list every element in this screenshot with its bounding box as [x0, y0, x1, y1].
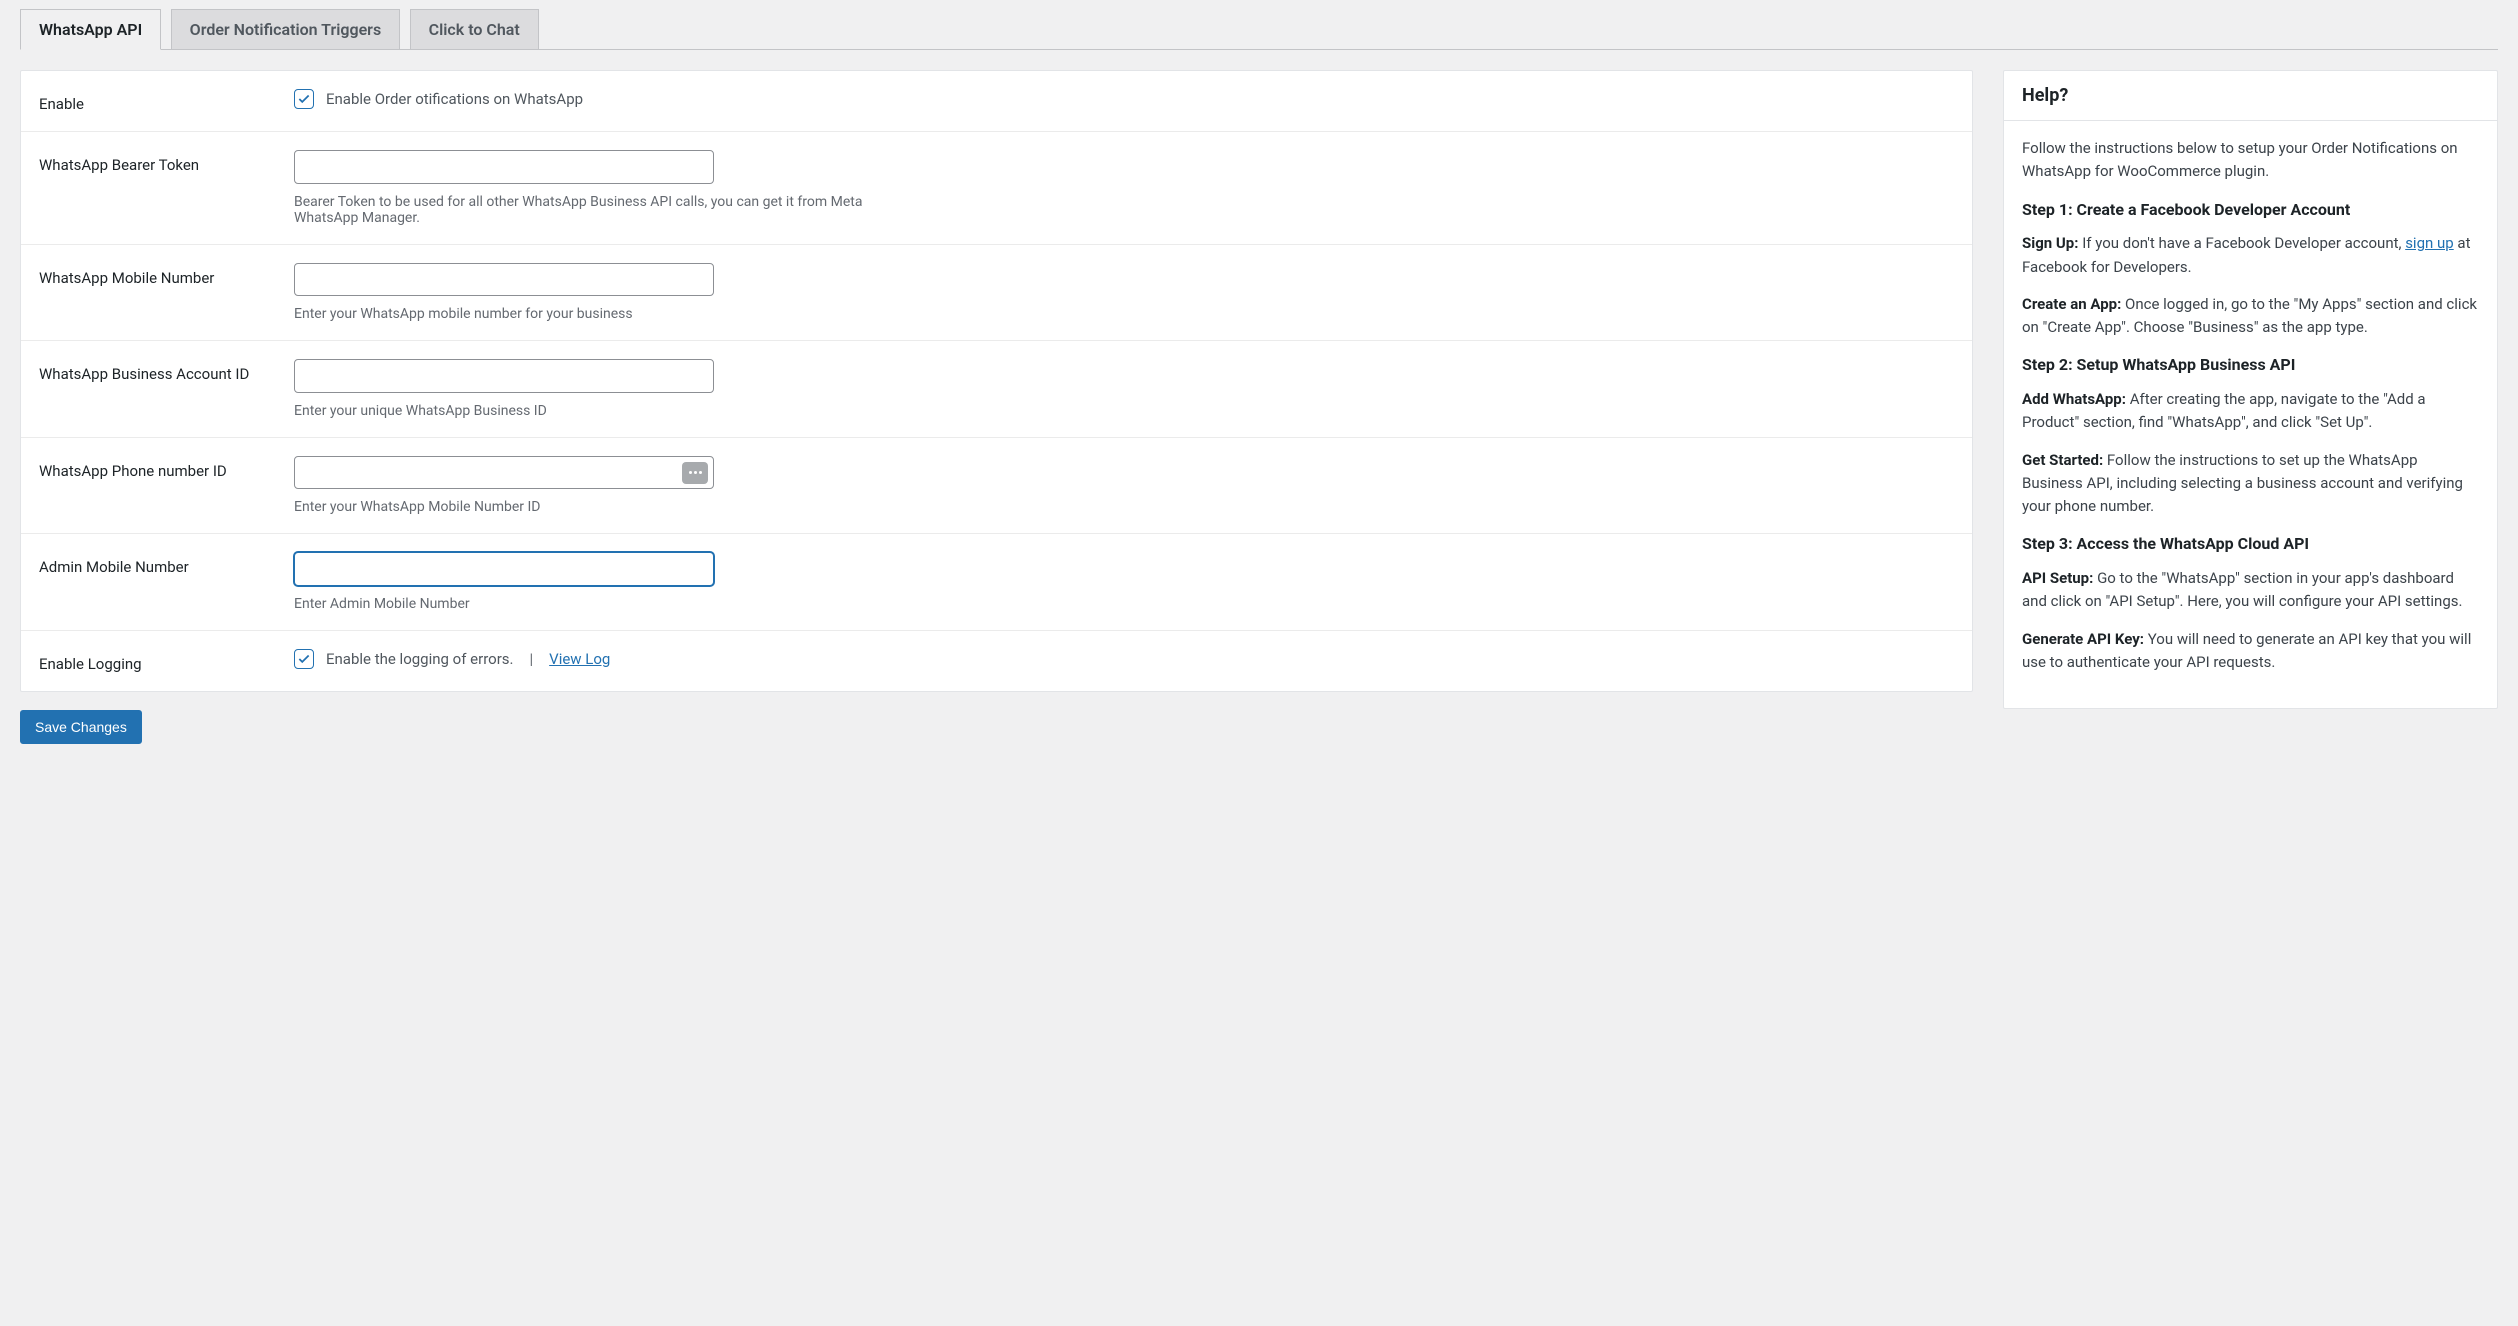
row-phone-number-id: WhatsApp Phone number ID Enter your What…: [21, 438, 1972, 535]
row-business-id: WhatsApp Business Account ID Enter your …: [21, 341, 1972, 438]
help-genkey-strong: Generate API Key:: [2022, 630, 2144, 648]
help-step1-heading: Step 1: Create a Facebook Developer Acco…: [2022, 198, 2479, 223]
help-signup: Sign Up: If you don't have a Facebook De…: [2022, 232, 2479, 279]
view-log-link[interactable]: View Log: [549, 650, 610, 668]
logging-sep: |: [529, 650, 533, 668]
help-title: Help?: [2004, 71, 2497, 121]
help-getstarted-strong: Get Started:: [2022, 451, 2103, 469]
bearer-token-desc: Bearer Token to be used for all other Wh…: [294, 194, 894, 226]
check-icon: [297, 652, 311, 666]
label-enable: Enable: [39, 89, 294, 113]
help-addwa-strong: Add WhatsApp:: [2022, 390, 2126, 408]
label-business-id: WhatsApp Business Account ID: [39, 359, 294, 419]
label-phone-number-id: WhatsApp Phone number ID: [39, 456, 294, 516]
admin-mobile-desc: Enter Admin Mobile Number: [294, 596, 894, 612]
settings-tabs: WhatsApp API Order Notification Triggers…: [20, 8, 2498, 50]
help-step3-heading: Step 3: Access the WhatsApp Cloud API: [2022, 532, 2479, 557]
mobile-number-input[interactable]: [294, 263, 714, 297]
help-apisetup: API Setup: Go to the "WhatsApp" section …: [2022, 567, 2479, 614]
label-logging: Enable Logging: [39, 649, 294, 673]
settings-form: Enable Enable Order otifications on What…: [20, 70, 1973, 692]
row-mobile-number: WhatsApp Mobile Number Enter your WhatsA…: [21, 245, 1972, 342]
business-id-input[interactable]: [294, 359, 714, 393]
help-createapp-strong: Create an App:: [2022, 295, 2121, 313]
enable-checkbox-label: Enable Order otifications on WhatsApp: [326, 90, 583, 108]
row-enable: Enable Enable Order otifications on What…: [21, 71, 1972, 132]
check-icon: [297, 92, 311, 106]
mobile-number-desc: Enter your WhatsApp mobile number for yo…: [294, 306, 894, 322]
help-signup-strong: Sign Up:: [2022, 234, 2078, 252]
ellipsis-icon[interactable]: [682, 462, 708, 484]
help-apisetup-strong: API Setup:: [2022, 569, 2093, 587]
label-mobile-number: WhatsApp Mobile Number: [39, 263, 294, 323]
help-createapp: Create an App: Once logged in, go to the…: [2022, 293, 2479, 340]
tab-order-notification-triggers[interactable]: Order Notification Triggers: [171, 9, 401, 49]
help-signup-link[interactable]: sign up: [2405, 234, 2454, 252]
help-getstarted: Get Started: Follow the instructions to …: [2022, 449, 2479, 519]
label-bearer-token: WhatsApp Bearer Token: [39, 150, 294, 226]
tab-click-to-chat[interactable]: Click to Chat: [410, 9, 539, 49]
phone-number-id-input[interactable]: [294, 456, 714, 490]
admin-mobile-input[interactable]: [294, 552, 714, 586]
bearer-token-input[interactable]: [294, 150, 714, 184]
logging-checkbox-label: Enable the logging of errors.: [326, 650, 513, 668]
help-addwa: Add WhatsApp: After creating the app, na…: [2022, 388, 2479, 435]
business-id-desc: Enter your unique WhatsApp Business ID: [294, 403, 894, 419]
help-genkey: Generate API Key: You will need to gener…: [2022, 628, 2479, 675]
phone-number-id-desc: Enter your WhatsApp Mobile Number ID: [294, 499, 894, 515]
logging-checkbox[interactable]: [294, 649, 314, 669]
label-admin-mobile: Admin Mobile Number: [39, 552, 294, 612]
save-button[interactable]: Save Changes: [20, 710, 142, 744]
help-signup-before: If you don't have a Facebook Developer a…: [2078, 234, 2405, 252]
help-panel: Help? Follow the instructions below to s…: [2003, 70, 2498, 709]
help-step2-heading: Step 2: Setup WhatsApp Business API: [2022, 353, 2479, 378]
help-intro: Follow the instructions below to setup y…: [2022, 137, 2479, 184]
row-admin-mobile: Admin Mobile Number Enter Admin Mobile N…: [21, 534, 1972, 631]
row-logging: Enable Logging Enable the logging of err…: [21, 631, 1972, 691]
enable-checkbox[interactable]: [294, 89, 314, 109]
row-bearer-token: WhatsApp Bearer Token Bearer Token to be…: [21, 132, 1972, 245]
tab-whatsapp-api[interactable]: WhatsApp API: [20, 9, 161, 50]
